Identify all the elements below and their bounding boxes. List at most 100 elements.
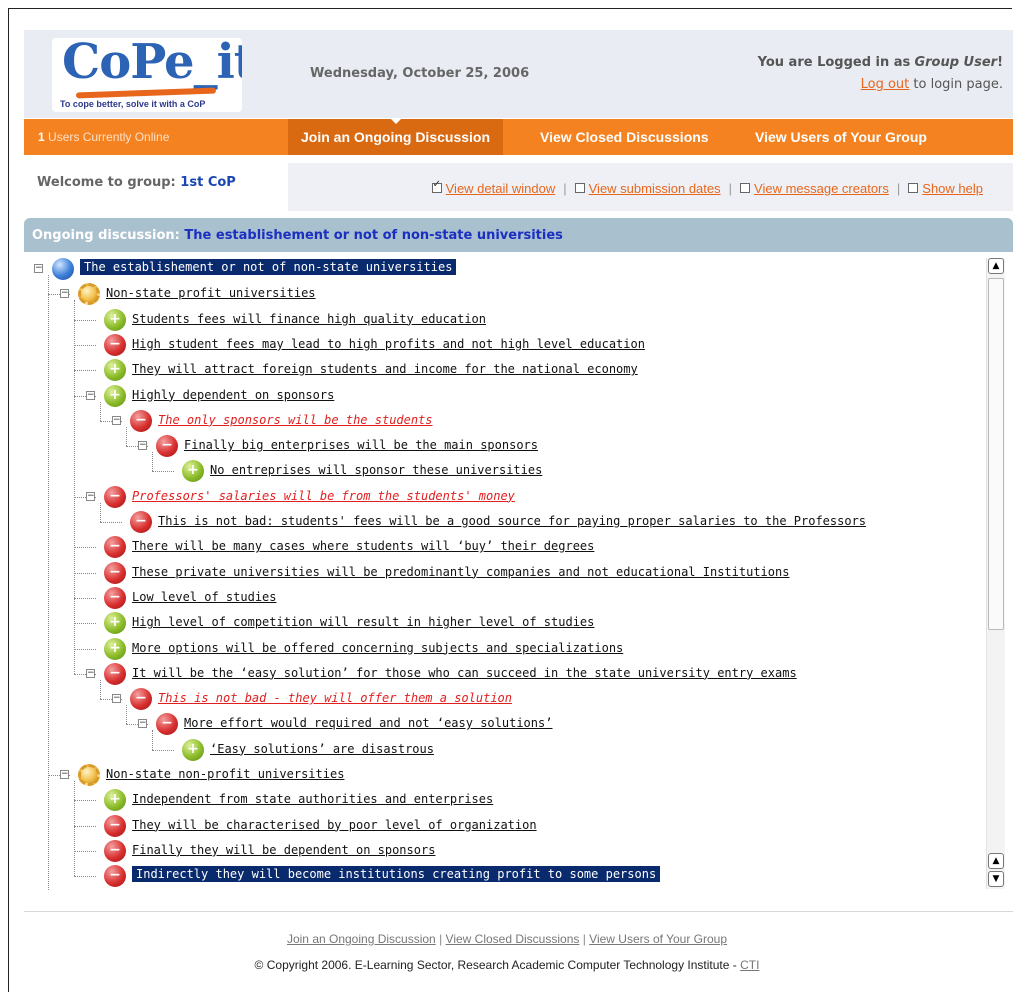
- tree-item-label[interactable]: Independent from state authorities and e…: [132, 792, 493, 806]
- tree-row[interactable]: − Non-state profit universities: [24, 283, 984, 306]
- tree-item-label[interactable]: High level of competition will result in…: [132, 615, 594, 629]
- collapse-toggle-icon[interactable]: −: [60, 289, 69, 299]
- scroll-down-arrow-icon[interactable]: ▼: [988, 871, 1004, 887]
- welcome-label: Welcome to group:: [37, 175, 176, 190]
- footer-link-view-users[interactable]: View Users of Your Group: [589, 932, 727, 946]
- tree-item-label[interactable]: They will attract foreign students and i…: [132, 362, 638, 376]
- tree-item-label[interactable]: Students fees will finance high quality …: [132, 312, 486, 326]
- collapse-toggle-icon[interactable]: −: [86, 390, 95, 400]
- con-argument-icon: −: [104, 485, 126, 508]
- tree-item-label[interactable]: This is not bad - they will offer them a…: [158, 691, 512, 705]
- tree-connector: [152, 749, 174, 751]
- con-argument-icon: −: [104, 662, 126, 685]
- con-argument-icon: −: [104, 814, 126, 837]
- checkbox-icon[interactable]: [740, 183, 751, 193]
- tree-row[interactable]: + High level of competition will result i…: [24, 612, 984, 635]
- logout-link[interactable]: Log out: [861, 77, 910, 92]
- tree-row[interactable]: − − Finally big enterprises will be the ma…: [24, 435, 984, 458]
- tree-row[interactable]: − Non-state non-profit universities: [24, 764, 984, 787]
- collapse-toggle-icon[interactable]: −: [86, 491, 95, 501]
- option-show-help[interactable]: Show help: [908, 181, 983, 196]
- collapse-toggle-icon[interactable]: −: [138, 719, 147, 729]
- tree-connector: [100, 401, 101, 421]
- tree-item-label[interactable]: Non-state profit universities: [106, 286, 316, 300]
- tree-connector: [48, 275, 49, 890]
- tree-item-label[interactable]: This is not bad: students' fees will be …: [158, 514, 866, 528]
- scroll-up-arrow-icon[interactable]: ▲: [988, 853, 1004, 869]
- online-count: 1: [38, 130, 45, 144]
- checkbox-icon[interactable]: [908, 183, 919, 193]
- tree-item-label[interactable]: Highly dependent on sponsors: [132, 388, 334, 402]
- tree-row[interactable]: − − The only sponsors will be the students: [24, 409, 984, 433]
- checkbox-icon[interactable]: [574, 183, 585, 193]
- collapse-toggle-icon[interactable]: −: [60, 770, 69, 779]
- tree-row[interactable]: + No entreprises will sponsor these unive…: [24, 460, 984, 483]
- login-status: You are Logged in as Group User! Log out…: [758, 52, 1003, 96]
- tree-row[interactable]: + They will attract foreign students and …: [24, 359, 984, 382]
- tree-connector: [74, 300, 75, 674]
- tree-row[interactable]: − The establishement or not of non-state …: [24, 258, 984, 281]
- scrollbar-thumb[interactable]: [988, 278, 1004, 630]
- tree-item-label[interactable]: Low level of studies: [132, 590, 277, 604]
- tree-scrollbar[interactable]: ▲ ▲ ▼: [986, 258, 1005, 889]
- tab-view-users-of-group[interactable]: View Users of Your Group: [742, 119, 940, 155]
- tree-item-label[interactable]: More effort would required and not ‘easy…: [184, 716, 552, 730]
- option-view-detail-window[interactable]: View detail window: [431, 179, 555, 196]
- tree-item-label[interactable]: No entreprises will sponsor these univer…: [210, 463, 542, 477]
- tree-item-label[interactable]: ‘Easy solutions’ are disastrous: [210, 742, 434, 756]
- tree-item-label[interactable]: More options will be offered concerning …: [132, 641, 623, 655]
- tree-item-label[interactable]: Non-state non-profit universities: [106, 767, 344, 781]
- logo-tagline: To cope better, solve it with a CoP: [60, 99, 206, 109]
- option-view-message-creators[interactable]: View message creators: [740, 181, 889, 196]
- tree-item-label[interactable]: The only sponsors will be the students: [158, 413, 433, 427]
- tree-item-label[interactable]: High student fees may lead to high profi…: [132, 337, 645, 351]
- tab-view-closed-discussions[interactable]: View Closed Discussions: [527, 119, 722, 155]
- tree-item-label[interactable]: Finally big enterprises will be the main…: [184, 438, 538, 452]
- pro-argument-icon: +: [104, 789, 126, 812]
- tree-row[interactable]: + Students fees will finance high quality…: [24, 308, 984, 332]
- checkbox-checked-icon[interactable]: [431, 179, 442, 193]
- collapse-toggle-icon[interactable]: −: [112, 415, 121, 425]
- tree-item-label[interactable]: There will be many cases where students …: [132, 539, 594, 553]
- tree-row[interactable]: − Finally they will be dependent on spons…: [24, 839, 984, 863]
- tree-row[interactable]: − They will be characterised by poor leve…: [24, 814, 984, 838]
- cti-link[interactable]: CTI: [740, 958, 759, 972]
- collapse-toggle-icon[interactable]: −: [86, 668, 95, 678]
- tree-row[interactable]: − Indirectly they will become institution…: [24, 865, 984, 888]
- tree-item-label[interactable]: The establishement or not of non-state u…: [80, 259, 457, 275]
- scroll-up-arrow-icon[interactable]: ▲: [988, 258, 1004, 274]
- collapse-toggle-icon[interactable]: −: [112, 694, 121, 704]
- tree-row[interactable]: − This is not bad: students' fees will be…: [24, 511, 984, 534]
- option-view-submission-dates[interactable]: View submission dates: [574, 181, 721, 196]
- tree-item-label[interactable]: These private universities will be predo…: [132, 565, 789, 579]
- tree-item-label[interactable]: Finally they will be dependent on sponso…: [132, 843, 435, 857]
- tree-row[interactable]: − There will be many cases where students…: [24, 536, 984, 559]
- pro-argument-icon: +: [104, 384, 126, 407]
- logout-suffix: to login page.: [913, 77, 1003, 92]
- tree-row[interactable]: + ‘Easy solutions’ are disastrous: [24, 738, 984, 762]
- tree-row[interactable]: − − This is not bad - they will offer them…: [24, 688, 984, 711]
- con-argument-icon: −: [156, 713, 178, 736]
- collapse-toggle-icon[interactable]: −: [34, 264, 43, 273]
- cope-it-logo[interactable]: CoPe_it! To cope better, solve it with a…: [52, 38, 242, 112]
- copyright-text: © Copyright 2006. E-Learning Sector, Res…: [254, 958, 737, 972]
- collapse-toggle-icon[interactable]: −: [138, 441, 147, 451]
- tree-row[interactable]: − These private universities will be pred…: [24, 561, 984, 585]
- tree-item-label[interactable]: It will be the ‘easy solution’ for those…: [132, 666, 797, 680]
- footer-divider: [24, 911, 1013, 912]
- tree-item-label[interactable]: They will be characterised by poor level…: [132, 818, 537, 832]
- tree-row[interactable]: − Low level of studies: [24, 586, 984, 610]
- tree-row[interactable]: − − More effort would required and not ‘ea…: [24, 713, 984, 736]
- tree-item-label[interactable]: Professors' salaries will be from the st…: [132, 489, 515, 503]
- tree-row[interactable]: − + Highly dependent on sponsors: [24, 384, 984, 408]
- footer-link-view-closed[interactable]: View Closed Discussions: [446, 932, 580, 946]
- con-argument-icon: −: [104, 586, 126, 609]
- tree-item-label[interactable]: Indirectly they will become institutions…: [132, 866, 661, 883]
- tree-row[interactable]: − − Professors' salaries will be from the …: [24, 485, 984, 509]
- footer-link-join-ongoing[interactable]: Join an Ongoing Discussion: [287, 932, 436, 946]
- tab-join-ongoing-discussion[interactable]: Join an Ongoing Discussion: [288, 118, 504, 155]
- tree-row[interactable]: + More options will be offered concerning…: [24, 637, 984, 661]
- tree-row[interactable]: − High student fees may lead to high prof…: [24, 333, 984, 357]
- tree-row[interactable]: + Independent from state authorities and …: [24, 789, 984, 812]
- tree-row[interactable]: − − It will be the ‘easy solution’ for tho…: [24, 662, 984, 686]
